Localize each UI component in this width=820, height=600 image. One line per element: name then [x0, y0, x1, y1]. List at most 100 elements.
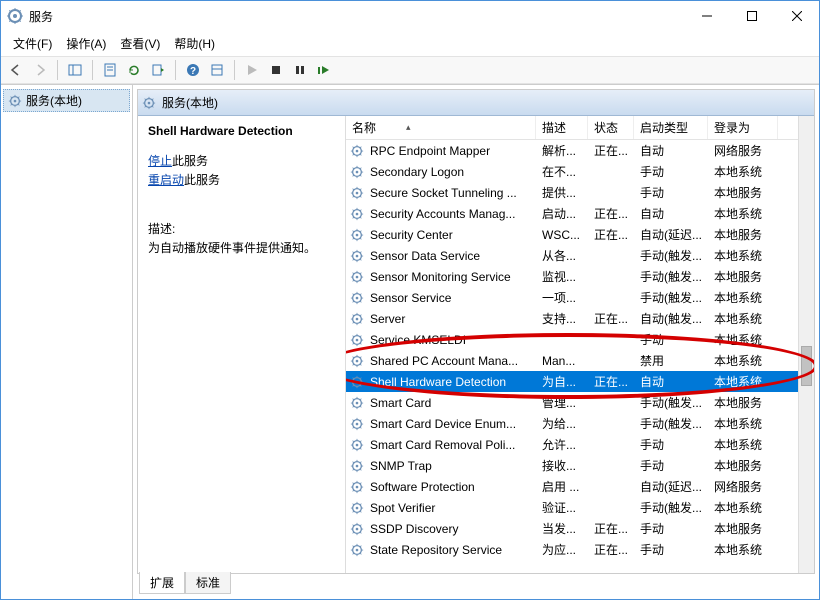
cell-startup: 自动	[634, 373, 708, 390]
cell-status: 正在...	[588, 520, 634, 537]
grid-header: 名称▴ 描述 状态 启动类型 登录为	[346, 116, 814, 140]
service-row[interactable]: Security CenterWSC...正在...自动(延迟...本地服务	[346, 224, 814, 245]
sort-asc-icon: ▴	[406, 122, 411, 133]
menu-file[interactable]: 文件(F)	[7, 33, 58, 54]
service-row[interactable]: RPC Endpoint Mapper解析...正在...自动网络服务	[346, 140, 814, 161]
restart-icon	[317, 64, 331, 76]
main-pane: 服务(本地) Shell Hardware Detection 停止此服务 重启…	[133, 85, 819, 599]
service-action-links: 停止此服务 重启动此服务	[148, 152, 335, 190]
service-row[interactable]: Server支持...正在...自动(触发...本地系统	[346, 308, 814, 329]
service-row[interactable]: Shell Hardware Detection为自...正在...自动本地系统	[346, 371, 814, 392]
menubar: 文件(F) 操作(A) 查看(V) 帮助(H)	[1, 31, 819, 56]
nav-back-button[interactable]	[5, 59, 27, 81]
col-header-startup[interactable]: 启动类型	[634, 116, 708, 139]
restart-service-button[interactable]	[313, 59, 335, 81]
cell-desc: 验证...	[536, 499, 588, 516]
stop-service-button[interactable]	[265, 59, 287, 81]
cell-status: 正在...	[588, 142, 634, 159]
cell-desc: 允许...	[536, 436, 588, 453]
window-title: 服务	[29, 8, 684, 25]
restart-suffix: 此服务	[184, 173, 220, 187]
col-header-desc[interactable]: 描述	[536, 116, 588, 139]
help-button[interactable]: ?	[182, 59, 204, 81]
row-icon	[346, 354, 364, 368]
cell-desc: 管理...	[536, 394, 588, 411]
service-row[interactable]: SNMP Trap接收...手动本地服务	[346, 455, 814, 476]
gear-icon	[350, 501, 364, 515]
toolbar: ?	[1, 56, 819, 84]
menu-help[interactable]: 帮助(H)	[168, 33, 221, 54]
cell-desc: 提供...	[536, 184, 588, 201]
vertical-scrollbar[interactable]	[798, 116, 814, 573]
tree-item-services-local[interactable]: 服务(本地)	[3, 89, 130, 112]
row-icon	[346, 543, 364, 557]
restart-service-link[interactable]: 重启动	[148, 173, 184, 187]
properties-button[interactable]	[99, 59, 121, 81]
gear-icon	[8, 94, 22, 108]
service-row[interactable]: Secure Socket Tunneling ...提供...手动本地服务	[346, 182, 814, 203]
maximize-button[interactable]	[729, 1, 774, 31]
export-button[interactable]	[147, 59, 169, 81]
cell-name: Secondary Logon	[364, 165, 536, 179]
row-icon	[346, 333, 364, 347]
service-row[interactable]: Sensor Monitoring Service监视...手动(触发...本地…	[346, 266, 814, 287]
gear-icon	[350, 480, 364, 494]
gear-icon	[350, 396, 364, 410]
cell-name: Shared PC Account Mana...	[364, 354, 536, 368]
service-row[interactable]: Smart Card Removal Poli...允许...手动本地系统	[346, 434, 814, 455]
scroll-thumb[interactable]	[801, 346, 812, 386]
refresh-button[interactable]	[123, 59, 145, 81]
selected-service-name: Shell Hardware Detection	[148, 124, 335, 138]
help-topics-button[interactable]	[206, 59, 228, 81]
service-row[interactable]: Sensor Service一项...手动(触发...本地系统	[346, 287, 814, 308]
cell-logon: 本地系统	[708, 247, 778, 264]
minimize-button[interactable]	[684, 1, 729, 31]
stop-service-link[interactable]: 停止	[148, 154, 172, 168]
col-header-name[interactable]: 名称▴	[346, 116, 536, 139]
list-body: Shell Hardware Detection 停止此服务 重启动此服务 描述…	[138, 116, 814, 573]
close-button[interactable]	[774, 1, 819, 31]
service-row[interactable]: Sensor Data Service从各...手动(触发...本地系统	[346, 245, 814, 266]
show-hide-tree-button[interactable]	[64, 59, 86, 81]
col-header-logon[interactable]: 登录为	[708, 116, 778, 139]
svg-text:?: ?	[190, 66, 196, 77]
cell-desc: 支持...	[536, 310, 588, 327]
start-service-button[interactable]	[241, 59, 263, 81]
gear-icon	[350, 312, 364, 326]
service-row[interactable]: State Repository Service为应...正在...手动本地系统	[346, 539, 814, 560]
service-row[interactable]: Spot Verifier验证...手动(触发...本地系统	[346, 497, 814, 518]
gear-icon	[142, 96, 156, 110]
row-icon	[346, 459, 364, 473]
row-icon	[346, 144, 364, 158]
cell-logon: 本地服务	[708, 268, 778, 285]
gear-icon	[350, 543, 364, 557]
menu-view[interactable]: 查看(V)	[114, 33, 166, 54]
nav-forward-button[interactable]	[29, 59, 51, 81]
service-row[interactable]: Service KMSELDI手动本地系统	[346, 329, 814, 350]
tab-extended[interactable]: 扩展	[139, 572, 185, 594]
service-row[interactable]: Software Protection启用 ...自动(延迟...网络服务	[346, 476, 814, 497]
service-row[interactable]: Secondary Logon在不...手动本地系统	[346, 161, 814, 182]
gear-icon	[350, 522, 364, 536]
cell-desc: 在不...	[536, 163, 588, 180]
row-icon	[346, 501, 364, 515]
service-row[interactable]: Shared PC Account Mana...Man...禁用本地系统	[346, 350, 814, 371]
description-label: 描述:	[148, 220, 335, 237]
col-header-status[interactable]: 状态	[588, 116, 634, 139]
service-row[interactable]: Smart Card管理...手动(触发...本地服务	[346, 392, 814, 413]
cell-startup: 手动(触发...	[634, 289, 708, 306]
gear-icon	[350, 354, 364, 368]
cell-startup: 自动(延迟...	[634, 478, 708, 495]
cell-startup: 手动	[634, 541, 708, 558]
service-row[interactable]: Smart Card Device Enum...为给...手动(触发...本地…	[346, 413, 814, 434]
cell-name: Secure Socket Tunneling ...	[364, 186, 536, 200]
cell-startup: 自动(触发...	[634, 310, 708, 327]
service-row[interactable]: SSDP Discovery当发...正在...手动本地服务	[346, 518, 814, 539]
menu-action[interactable]: 操作(A)	[60, 33, 112, 54]
tab-standard[interactable]: 标准	[185, 572, 231, 594]
gear-icon	[350, 333, 364, 347]
service-row[interactable]: Security Accounts Manag...启动...正在...自动本地…	[346, 203, 814, 224]
pause-service-button[interactable]	[289, 59, 311, 81]
cell-name: Spot Verifier	[364, 501, 536, 515]
cell-desc: 为自...	[536, 373, 588, 390]
